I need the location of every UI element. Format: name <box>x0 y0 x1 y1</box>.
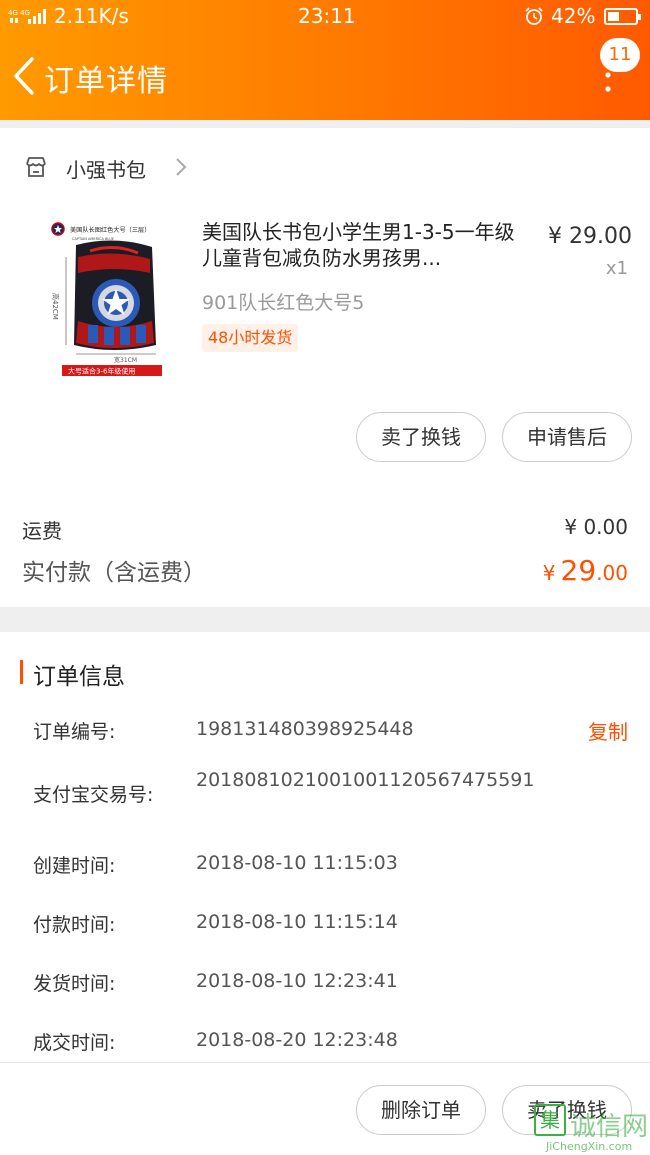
image-dim-height: 高42CM <box>51 293 60 320</box>
chevron-right-icon <box>176 158 187 176</box>
paid-currency: ¥ <box>542 561 556 585</box>
page-title: 订单详情 <box>44 64 168 99</box>
svg-text:CAPTAIN AMERICA BLUE: CAPTAIN AMERICA BLUE <box>72 237 114 241</box>
product-price: ¥ 29.00 <box>548 224 632 249</box>
shipping-fee-value: ¥ 0.00 <box>564 515 628 539</box>
order-number-label: 订单编号: <box>33 721 116 743</box>
paid-amount-label: 实付款（含运费） <box>22 560 206 586</box>
product-sku: 901队长红色大号5 <box>202 292 365 314</box>
message-count-badge: 11 <box>600 38 640 72</box>
watermark-logo: 集 <box>534 1104 566 1136</box>
completed-time-label: 成交时间: <box>33 1032 116 1054</box>
network-speed: 2.11K/s <box>54 4 129 28</box>
image-dim-width: 宽31CM <box>114 356 137 364</box>
image-label-top: 美国队长图红色大号（三层） <box>70 226 150 234</box>
after-sale-button[interactable]: 申请售后 <box>502 412 632 462</box>
app-header: 4G 4G 2.11K/s 23:11 42% 订单详情 11 <box>0 0 650 120</box>
shop-name: 小强书包 <box>66 158 146 182</box>
shipped-time-label: 发货时间: <box>33 973 116 995</box>
shipping-tag: 48小时发货 <box>202 324 299 352</box>
paid-amount-value: ¥ 29.00 <box>543 554 628 587</box>
alipay-trade-value: 2018081021001001120567475591 <box>196 769 535 791</box>
paid-integer: 29 <box>560 554 597 587</box>
sell-button[interactable]: 卖了换钱 <box>356 412 486 462</box>
status-bar: 4G 4G 2.11K/s 23:11 42% <box>0 0 650 34</box>
product-quantity: x1 <box>605 258 628 279</box>
backpack-image: 美国队长图红色大号（三层） CAPTAIN AMERICA BLUE 高42CM… <box>44 217 180 380</box>
created-time-value: 2018-08-10 11:15:03 <box>196 852 398 874</box>
order-info-card <box>0 632 650 1062</box>
battery-icon <box>604 8 641 25</box>
order-info-title: 订单信息 <box>33 664 125 690</box>
paid-time-value: 2018-08-10 11:15:14 <box>196 911 398 933</box>
more-menu-button[interactable]: 11 <box>596 38 646 98</box>
store-icon <box>26 157 46 177</box>
product-title[interactable]: 美国队长书包小学生男1-3-5一年级儿童背包减负防水男孩男... <box>202 219 532 271</box>
status-time: 23:11 <box>298 4 356 28</box>
shipping-fee-label: 运费 <box>22 519 62 543</box>
copy-button[interactable]: 复制 <box>588 716 628 745</box>
battery-level <box>608 12 619 21</box>
product-image[interactable]: 美国队长图红色大号（三层） CAPTAIN AMERICA BLUE 高42CM… <box>44 217 180 380</box>
section-accent-bar <box>20 660 23 684</box>
signal-icon: 4G 4G <box>8 9 46 24</box>
more-dots-icon <box>605 72 611 92</box>
back-arrow-icon[interactable] <box>10 55 40 97</box>
completed-time-value: 2018-08-20 12:23:48 <box>196 1029 398 1051</box>
watermark-text: 诚信网 <box>570 1112 649 1142</box>
watermark-url: JiChengXin.com <box>546 1140 633 1153</box>
alarm-icon <box>525 7 543 25</box>
delete-order-button[interactable]: 删除订单 <box>356 1085 486 1135</box>
paid-decimal: .00 <box>596 561 628 585</box>
alipay-trade-label: 支付宝交易号: <box>33 784 154 806</box>
order-number-value: 198131480398925448 <box>196 718 414 740</box>
created-time-label: 创建时间: <box>33 855 116 877</box>
image-label-bottom: 大号适合3-6年级使用 <box>68 367 135 376</box>
watermark: 集 诚信网 JiChengXin.com <box>534 1104 649 1154</box>
battery-percent: 42% <box>551 4 596 28</box>
paid-time-label: 付款时间: <box>33 914 116 936</box>
svg-text:4G 4G: 4G 4G <box>8 9 30 17</box>
shipped-time-value: 2018-08-10 12:23:41 <box>196 970 398 992</box>
